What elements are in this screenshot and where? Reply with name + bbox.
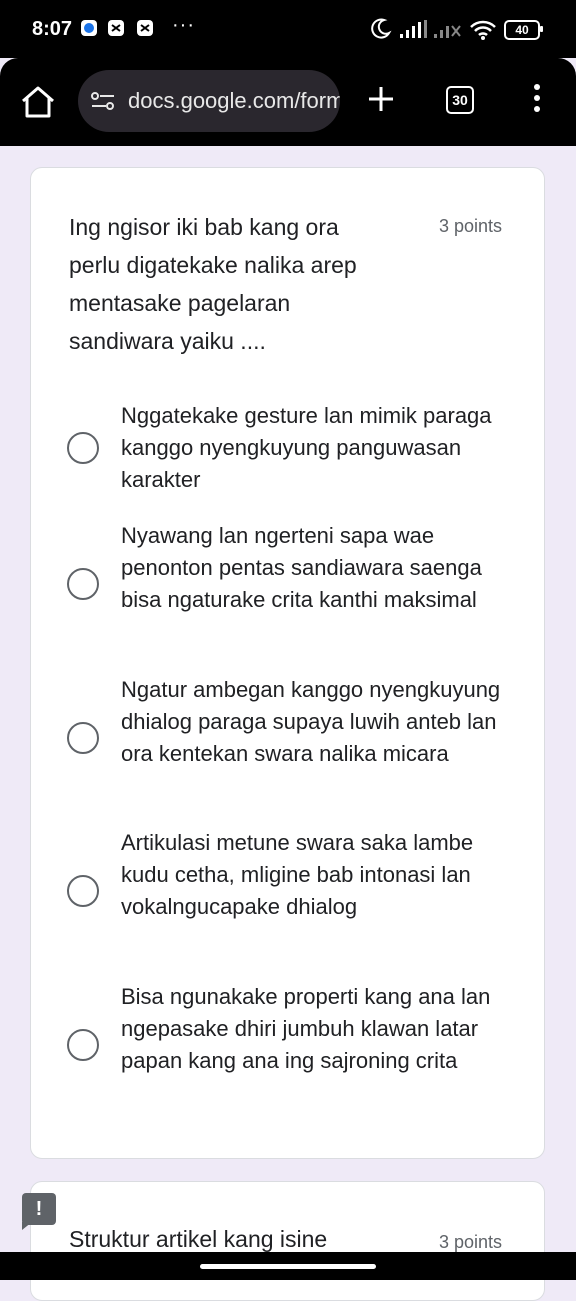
messages-icon [81,20,97,36]
question-text: Ing ngisor iki bab kang ora perlu digate… [69,214,357,354]
home-gesture-pill[interactable] [200,1264,376,1269]
radio-button[interactable] [67,1029,99,1061]
wifi-icon [470,20,496,40]
status-time: 8:07 [32,18,73,40]
option-label[interactable]: Nggatekake gesture lan mimik paraga kang… [121,400,506,496]
points-label: 3 points [439,216,503,236]
url-text: docs.google.com/forms [128,88,340,113]
home-icon[interactable] [18,84,58,120]
site-settings-icon[interactable] [90,90,116,112]
question-card-2: Struktur artikel kang isine 3 points [30,1181,545,1301]
option-label[interactable]: Bisa ngunakake properti kang ana lan nge… [121,981,506,1077]
option-label[interactable]: Artikulasi metune swara saka lambe kudu … [121,827,506,923]
gesture-nav-bar [0,1252,576,1280]
browser-toolbar: docs.google.com/forms 30 [0,58,576,146]
address-bar[interactable]: docs.google.com/forms [78,70,340,132]
capcut-icon-2 [137,20,153,36]
more-notifications-icon: ··· [172,14,195,36]
signal-no-service-icon [434,25,461,38]
status-bar: 8:07 ··· 40 [0,0,576,58]
moon-icon [371,18,392,39]
report-feedback-tail [22,1222,32,1230]
tab-switcher-button[interactable]: 30 [446,86,474,114]
new-tab-icon[interactable] [366,84,396,114]
option-label[interactable]: Ngatur ambegan kanggo nyengkuyung dhialo… [121,674,506,770]
radio-button[interactable] [67,875,99,907]
radio-button[interactable] [67,432,99,464]
capcut-icon [108,20,124,36]
question-card: Ing ngisor iki bab kang ora perlu digate… [30,167,545,1159]
report-feedback-icon[interactable]: ! [22,1193,56,1225]
question-text-2: Struktur artikel kang isine [69,1226,328,1252]
signal-icon [400,20,427,38]
points-label-2: 3 points [439,1232,503,1252]
radio-button[interactable] [67,722,99,754]
radio-button[interactable] [67,568,99,600]
option-label[interactable]: Nyawang lan ngerteni sapa wae penonton p… [121,520,506,616]
battery-icon: 40 [504,20,540,40]
more-menu-icon[interactable] [530,84,544,118]
battery-tip [540,26,543,32]
